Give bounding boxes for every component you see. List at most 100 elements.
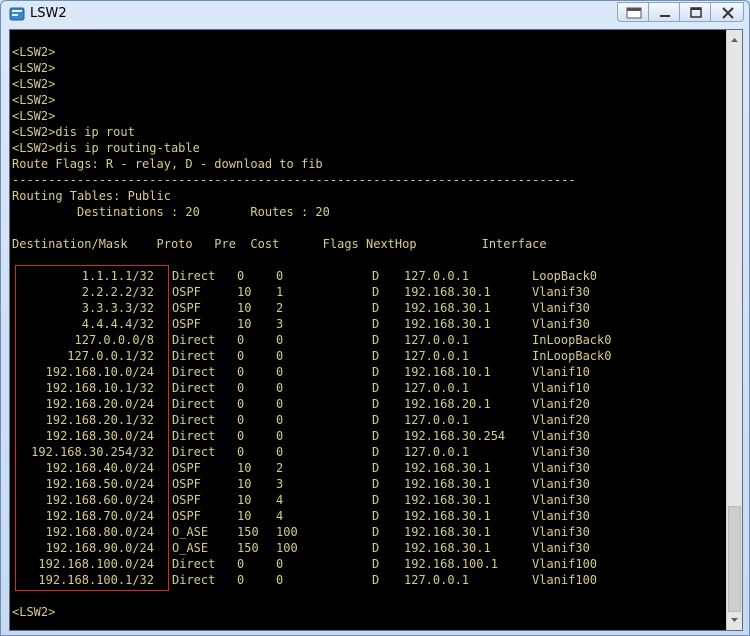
route-proto: OSPF [172, 461, 201, 475]
route-proto: O_ASE [172, 525, 209, 539]
route-interface: Vlanif30 [532, 317, 590, 331]
restore-button[interactable] [617, 2, 649, 22]
terminal-line: Destinations : 20 Routes : 20 [12, 205, 330, 219]
title-bar[interactable]: LSW2 [1, 1, 749, 27]
route-preference: 10 [237, 301, 252, 315]
terminal-line: Route Flags: R - relay, D - download to … [12, 157, 323, 171]
route-preference: 150 [237, 525, 259, 539]
terminal-line: <LSW2> [12, 45, 56, 59]
route-interface: Vlanif30 [532, 445, 590, 459]
route-preference: 150 [237, 541, 259, 555]
route-flags: D [372, 285, 380, 299]
route-cost: 100 [276, 541, 298, 555]
route-nexthop: 192.168.20.1 [404, 397, 491, 411]
restore-icon [626, 7, 642, 19]
vertical-scrollbar[interactable] [726, 30, 742, 630]
route-cost: 2 [276, 461, 284, 475]
route-cost: 0 [276, 365, 284, 379]
route-interface: Vlanif30 [532, 525, 590, 539]
terminal-output[interactable]: <LSW2> <LSW2> <LSW2> <LSW2> <LSW2> <LSW2>dis … [11, 30, 727, 630]
route-proto: Direct [172, 413, 216, 427]
route-preference: 0 [237, 381, 245, 395]
route-proto: Direct [172, 397, 216, 411]
route-preference: 10 [237, 477, 252, 491]
route-flags: D [372, 541, 380, 555]
route-interface: Vlanif10 [532, 365, 590, 379]
route-interface: Vlanif100 [532, 557, 598, 571]
route-preference: 10 [237, 285, 252, 299]
route-nexthop: 192.168.30.1 [404, 541, 491, 555]
route-preference: 0 [237, 397, 245, 411]
route-nexthop: 192.168.30.1 [404, 285, 491, 299]
terminal-line: <LSW2>dis ip routing-table [12, 141, 200, 155]
route-proto: OSPF [172, 285, 201, 299]
route-flags: D [372, 429, 380, 443]
route-interface: Vlanif10 [532, 381, 590, 395]
route-cost: 0 [276, 333, 284, 347]
route-proto: OSPF [172, 477, 201, 491]
route-preference: 0 [237, 445, 245, 459]
route-cost: 0 [276, 413, 284, 427]
route-nexthop: 192.168.30.1 [404, 477, 491, 491]
route-proto: Direct [172, 333, 216, 347]
terminal-app-icon [9, 7, 25, 21]
route-nexthop: 192.168.30.1 [404, 301, 491, 315]
route-flags: D [372, 365, 380, 379]
route-preference: 0 [237, 365, 245, 379]
route-preference: 0 [237, 333, 245, 347]
scroll-up-arrow-icon[interactable] [727, 32, 742, 48]
route-preference: 10 [237, 317, 252, 331]
route-flags: D [372, 381, 380, 395]
route-cost: 0 [276, 397, 284, 411]
route-proto: OSPF [172, 493, 201, 507]
route-flags: D [372, 493, 380, 507]
terminal-line: Routing Tables: Public [12, 189, 171, 203]
route-interface: Vlanif30 [532, 285, 590, 299]
scrollbar-thumb[interactable] [728, 506, 741, 612]
terminal-line: Destination/Mask Proto Pre Cost Flags Ne… [12, 237, 547, 251]
route-preference: 0 [237, 429, 245, 443]
route-cost: 0 [276, 269, 284, 283]
route-cost: 4 [276, 493, 284, 507]
route-proto: OSPF [172, 509, 201, 523]
route-interface: Vlanif30 [532, 301, 590, 315]
route-cost: 4 [276, 509, 284, 523]
route-interface: Vlanif30 [532, 461, 590, 475]
route-interface: Vlanif30 [532, 509, 590, 523]
terminal-window: LSW2 <LSW2> <LSW2> <LSW2> <LSW2> <LSW2> … [0, 0, 750, 636]
route-preference: 0 [237, 349, 245, 363]
terminal-client-area[interactable]: <LSW2> <LSW2> <LSW2> <LSW2> <LSW2> <LSW2>dis … [9, 29, 743, 631]
route-proto: Direct [172, 557, 216, 571]
route-proto: Direct [172, 381, 216, 395]
route-interface: Vlanif20 [532, 413, 590, 427]
route-preference: 0 [237, 413, 245, 427]
route-proto: Direct [172, 445, 216, 459]
route-nexthop: 127.0.0.1 [404, 413, 470, 427]
route-flags: D [372, 509, 380, 523]
route-proto: Direct [172, 349, 216, 363]
minimize-button[interactable] [648, 2, 680, 22]
route-flags: D [372, 461, 380, 475]
route-cost: 3 [276, 477, 284, 491]
route-nexthop: 192.168.30.1 [404, 317, 491, 331]
maximize-button[interactable] [679, 2, 711, 22]
route-preference: 0 [237, 269, 245, 283]
route-proto: Direct [172, 429, 216, 443]
route-preference: 10 [237, 509, 252, 523]
route-preference: 10 [237, 493, 252, 507]
route-flags: D [372, 445, 380, 459]
route-nexthop: 192.168.30.1 [404, 493, 491, 507]
route-cost: 0 [276, 349, 284, 363]
route-flags: D [372, 301, 380, 315]
route-cost: 0 [276, 573, 284, 587]
route-cost: 3 [276, 317, 284, 331]
scroll-down-arrow-icon[interactable] [727, 612, 742, 628]
route-cost: 0 [276, 445, 284, 459]
route-preference: 0 [237, 557, 245, 571]
route-flags: D [372, 477, 380, 491]
route-cost: 1 [276, 285, 284, 299]
route-nexthop: 192.168.30.1 [404, 461, 491, 475]
route-nexthop: 127.0.0.1 [404, 349, 470, 363]
close-button[interactable] [710, 2, 744, 22]
route-nexthop: 192.168.10.1 [404, 365, 491, 379]
